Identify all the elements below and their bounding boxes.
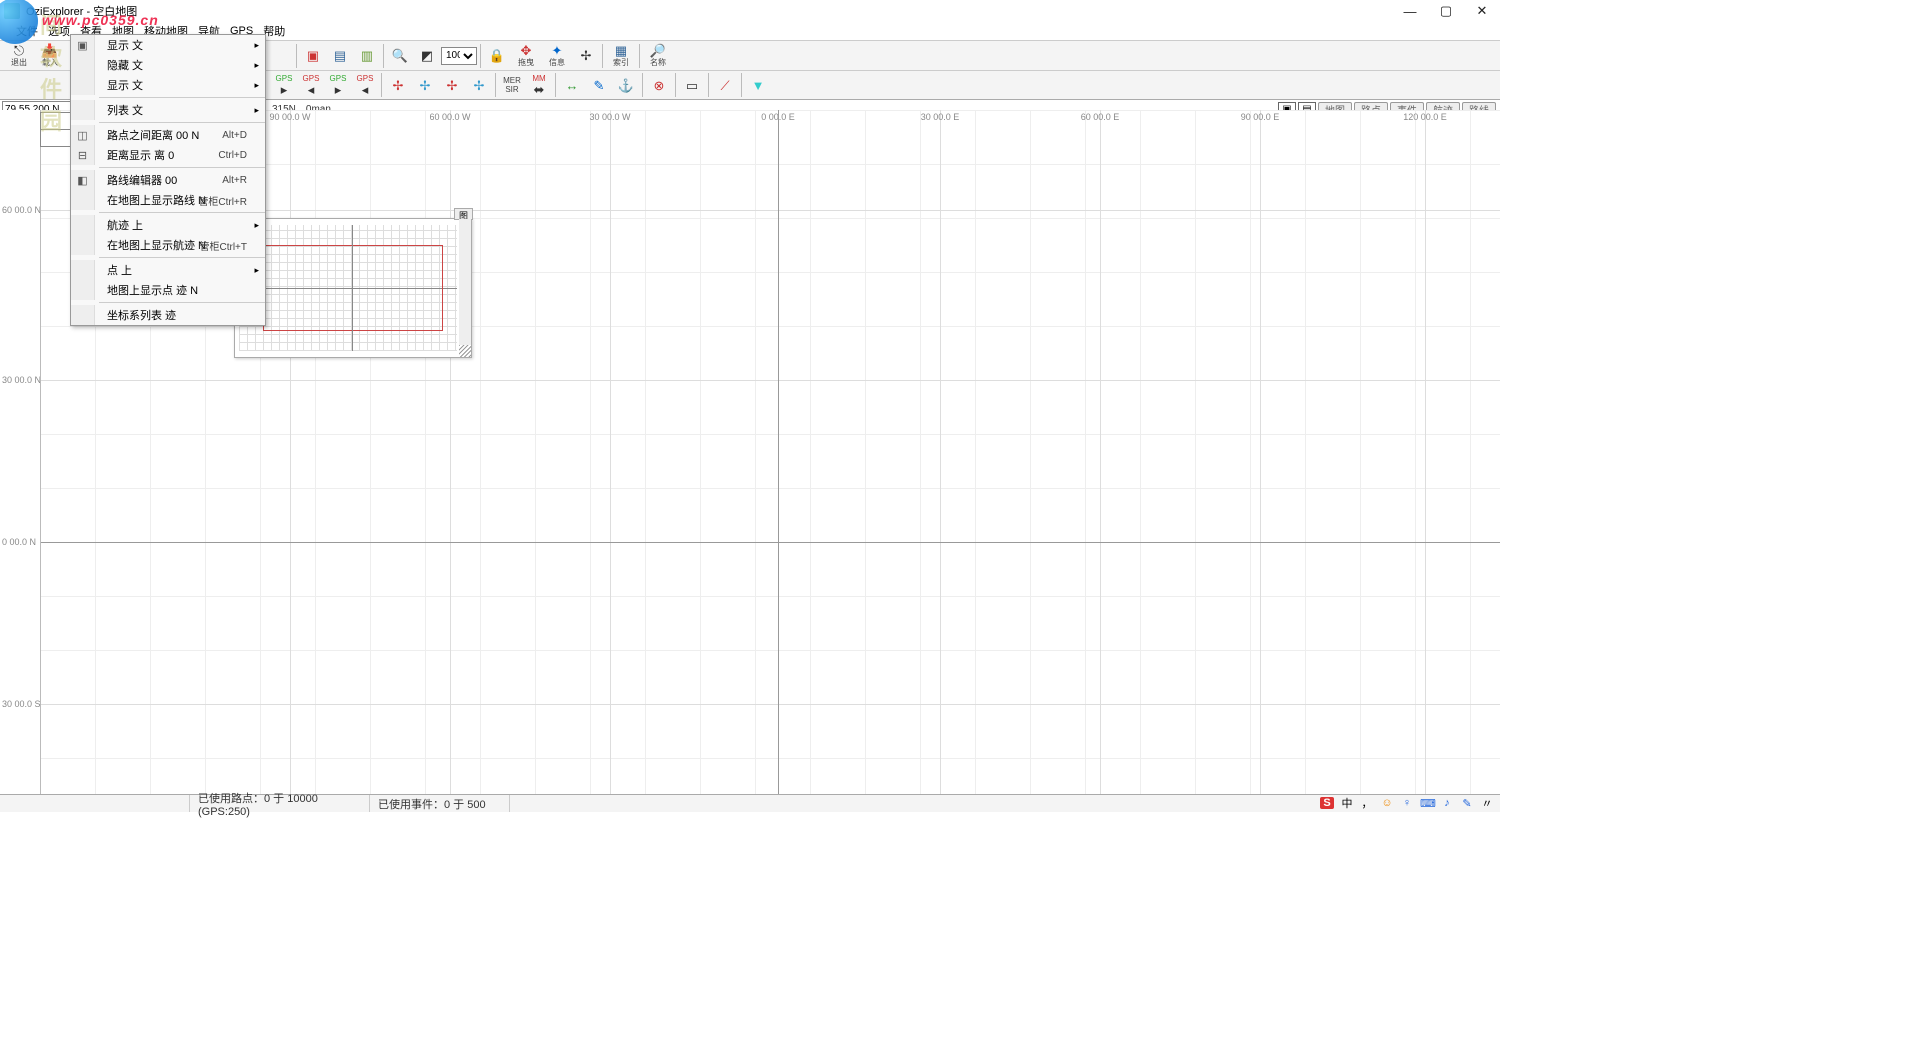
menu-item[interactable]: ⊟距离显示 离 0Ctrl+D xyxy=(71,145,265,165)
delete-button[interactable]: ⊗ xyxy=(646,72,672,98)
minimize-button[interactable]: — xyxy=(1392,0,1428,22)
ime-icon[interactable]: ， xyxy=(1360,795,1374,811)
tool-button[interactable]: ▣ xyxy=(300,43,326,69)
latitude-label: 30 00.0 N xyxy=(2,375,41,385)
latitude-label: 0 00.0 N xyxy=(2,537,36,547)
longitude-label: 90 00.0 E xyxy=(1241,112,1280,122)
ime-icon[interactable]: S xyxy=(1320,797,1334,809)
menu-item[interactable]: 隐藏 文▸ xyxy=(71,55,265,75)
status-events: 已使用事件：0 于 500 xyxy=(370,795,510,812)
tool-button[interactable]: ▥ xyxy=(354,43,380,69)
zoom-select[interactable]: 100 xyxy=(441,47,477,65)
longitude-label: 60 00.0 W xyxy=(429,112,470,122)
gps-button[interactable]: GPS◂ xyxy=(298,72,324,98)
menu-item[interactable]: ▣显示 文▸ xyxy=(71,35,265,55)
tool-button[interactable]: ↔ xyxy=(559,72,585,98)
gps-button[interactable]: GPS▸ xyxy=(271,72,297,98)
mini-rects xyxy=(40,112,74,146)
longitude-label: 120 00.0 E xyxy=(1403,112,1447,122)
longitude-label: 90 00.0 W xyxy=(269,112,310,122)
ime-icon[interactable]: ♪ xyxy=(1440,797,1454,809)
mm-button[interactable]: MM⬌ xyxy=(526,72,552,98)
drag-button[interactable]: ✥拖曳 xyxy=(511,42,541,70)
filter-button[interactable]: ▼ xyxy=(745,72,771,98)
tool-button[interactable]: ✢ xyxy=(439,72,465,98)
menu-item[interactable]: ◫路点之间距离 00 NAlt+D xyxy=(71,125,265,145)
info-button[interactable]: ✦信息 xyxy=(542,42,572,70)
ime-tray: S 中 ， ☺ ♀ ⌨ ♪ ✎ 〃 xyxy=(1320,795,1494,811)
menu-item[interactable]: 显示 文▸ xyxy=(71,75,265,95)
longitude-label: 60 00.0 E xyxy=(1081,112,1120,122)
overview-panel[interactable]: 图 xyxy=(234,218,472,358)
menu-item[interactable]: 点 上▸ xyxy=(71,260,265,280)
menu-file[interactable]: 文件 xyxy=(16,23,38,39)
menu-item[interactable]: ◧路线编辑器 00Alt+R xyxy=(71,170,265,190)
mini-rect[interactable] xyxy=(40,112,74,130)
ime-icon[interactable]: ⌨ xyxy=(1420,797,1434,810)
latitude-label: 60 00.0 N xyxy=(2,205,41,215)
load-button[interactable]: 📥载入 xyxy=(35,42,65,70)
menu-item[interactable]: 地图上显示点 迹 N xyxy=(71,280,265,300)
title-bar: OziExplorer - 空白地图 — ▢ ✕ xyxy=(0,0,1500,22)
status-waypoints: 已使用路点：0 于 10000 (GPS:250) xyxy=(190,795,370,812)
maximize-button[interactable]: ▢ xyxy=(1428,0,1464,22)
menu-item[interactable]: 列表 文▸ xyxy=(71,100,265,120)
menu-help[interactable]: 帮助 xyxy=(263,23,285,39)
ime-icon[interactable]: ☺ xyxy=(1380,797,1394,809)
compass-button[interactable]: ✢ xyxy=(573,43,599,69)
zoom-tool-button[interactable]: ◩ xyxy=(414,43,440,69)
window-title: OziExplorer - 空白地图 xyxy=(26,3,137,19)
overview-scrollbar[interactable] xyxy=(459,219,471,345)
tool-button[interactable]: ✢ xyxy=(412,72,438,98)
gps-button[interactable]: GPS▸ xyxy=(325,72,351,98)
menu-item[interactable]: 航迹 上▸ xyxy=(71,215,265,235)
latitude-label: 30 00.0 S xyxy=(2,699,41,709)
app-icon xyxy=(4,3,20,19)
name-button[interactable]: 🔎名称 xyxy=(643,42,673,70)
tool-button[interactable]: ▭ xyxy=(679,72,705,98)
ime-icon[interactable]: ✎ xyxy=(1460,797,1474,810)
menu-item[interactable]: 坐标系列表 迹 xyxy=(71,305,265,325)
mer-sir-button[interactable]: MERSIR xyxy=(499,72,525,98)
overview-resize-handle[interactable] xyxy=(459,345,471,357)
menu-item[interactable]: 在地图上显示路线 N管柜Ctrl+R xyxy=(71,190,265,210)
close-button[interactable]: ✕ xyxy=(1464,0,1500,22)
lock-button[interactable]: 🔒 xyxy=(484,43,510,69)
menu-options[interactable]: 选项 xyxy=(48,23,70,39)
ime-lang[interactable]: 中 xyxy=(1340,795,1354,811)
overview-grid xyxy=(239,225,457,351)
zoom-in-button[interactable]: 🔍 xyxy=(387,43,413,69)
index-button[interactable]: ▦索引 xyxy=(606,42,636,70)
exit-button[interactable]: ⎋退出 xyxy=(4,42,34,70)
gps-button[interactable]: GPS◂ xyxy=(352,72,378,98)
dropdown-menu: ▣显示 文▸隐藏 文▸显示 文▸ 列表 文▸ ◫路点之间距离 00 NAlt+D⊟距… xyxy=(70,34,266,326)
tool-button[interactable]: ✎ xyxy=(586,72,612,98)
overview-viewport-rect[interactable] xyxy=(263,245,443,331)
tool-button[interactable]: ⟋ xyxy=(712,72,738,98)
mini-rect[interactable] xyxy=(40,129,74,147)
tool-button[interactable]: ✢ xyxy=(466,72,492,98)
longitude-label: 30 00.0 W xyxy=(589,112,630,122)
tool-button[interactable]: ✢ xyxy=(385,72,411,98)
ime-icon[interactable]: 〃 xyxy=(1480,795,1494,811)
ime-icon[interactable]: ♀ xyxy=(1400,797,1414,809)
status-bar: 已使用路点：0 于 10000 (GPS:250) 已使用事件：0 于 500 xyxy=(0,794,1500,812)
tool-button[interactable]: ▤ xyxy=(327,43,353,69)
menu-item[interactable]: 在地图上显示航迹 N管柜Ctrl+T xyxy=(71,235,265,255)
longitude-label: 30 00.0 E xyxy=(921,112,960,122)
tool-button[interactable]: ⚓ xyxy=(613,72,639,98)
